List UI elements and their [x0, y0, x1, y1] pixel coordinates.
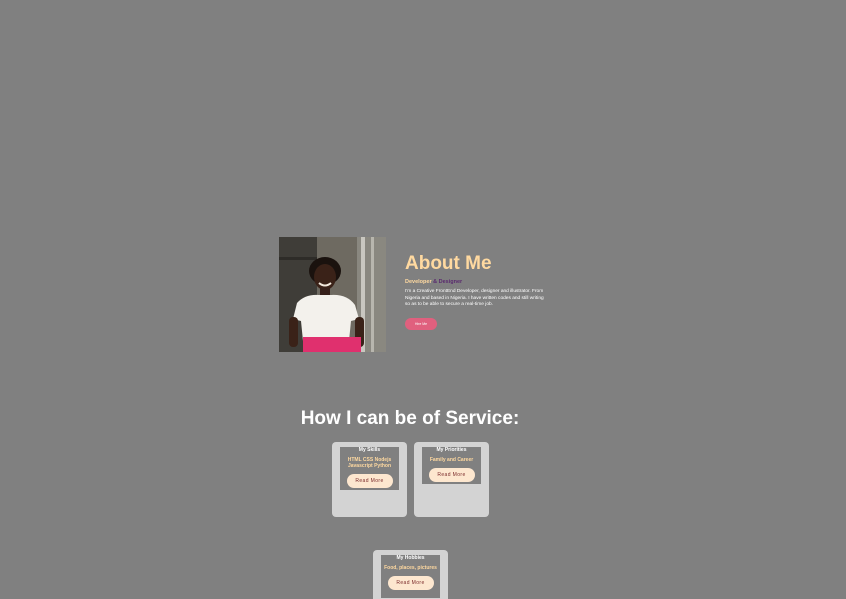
read-more-button[interactable]: Read More	[346, 474, 393, 488]
about-text: About Me Developer & Designer I'm a Crea…	[405, 253, 550, 330]
role-developer: Developer	[405, 279, 432, 285]
profile-photo-image	[279, 237, 386, 352]
about-title: About Me	[405, 253, 492, 274]
services-title: How I can be of Service:	[300, 408, 520, 429]
service-card-hobbies: My Hobbies Food, places, pictures Read M…	[373, 550, 448, 599]
card-body: Food, places, pictures Read More	[381, 561, 440, 598]
card-text: Food, places, pictures	[384, 565, 437, 571]
card-text: Family and Career	[429, 457, 474, 463]
service-card-skills: My Skills HTML CSS Nodejs Javascript Pyt…	[332, 442, 407, 517]
card-text: HTML CSS Nodejs Javascript Python	[347, 457, 392, 469]
hire-me-button[interactable]: Hire Me	[405, 317, 437, 330]
profile-photo	[279, 237, 386, 352]
about-role: Developer & Designer	[405, 279, 550, 286]
read-more-button[interactable]: Read More	[387, 576, 434, 590]
page: About Me Developer & Designer I'm a Crea…	[0, 0, 846, 599]
role-designer: & Designer	[433, 279, 463, 285]
card-body: HTML CSS Nodejs Javascript Python Read M…	[340, 453, 399, 490]
read-more-button[interactable]: Read More	[428, 468, 475, 482]
card-body: Family and Career Read More	[422, 453, 481, 484]
about-description: I'm a Creative FrontEnd Developer, desig…	[405, 289, 544, 308]
service-card-priorities: My Priorities Family and Career Read Mor…	[414, 442, 489, 517]
